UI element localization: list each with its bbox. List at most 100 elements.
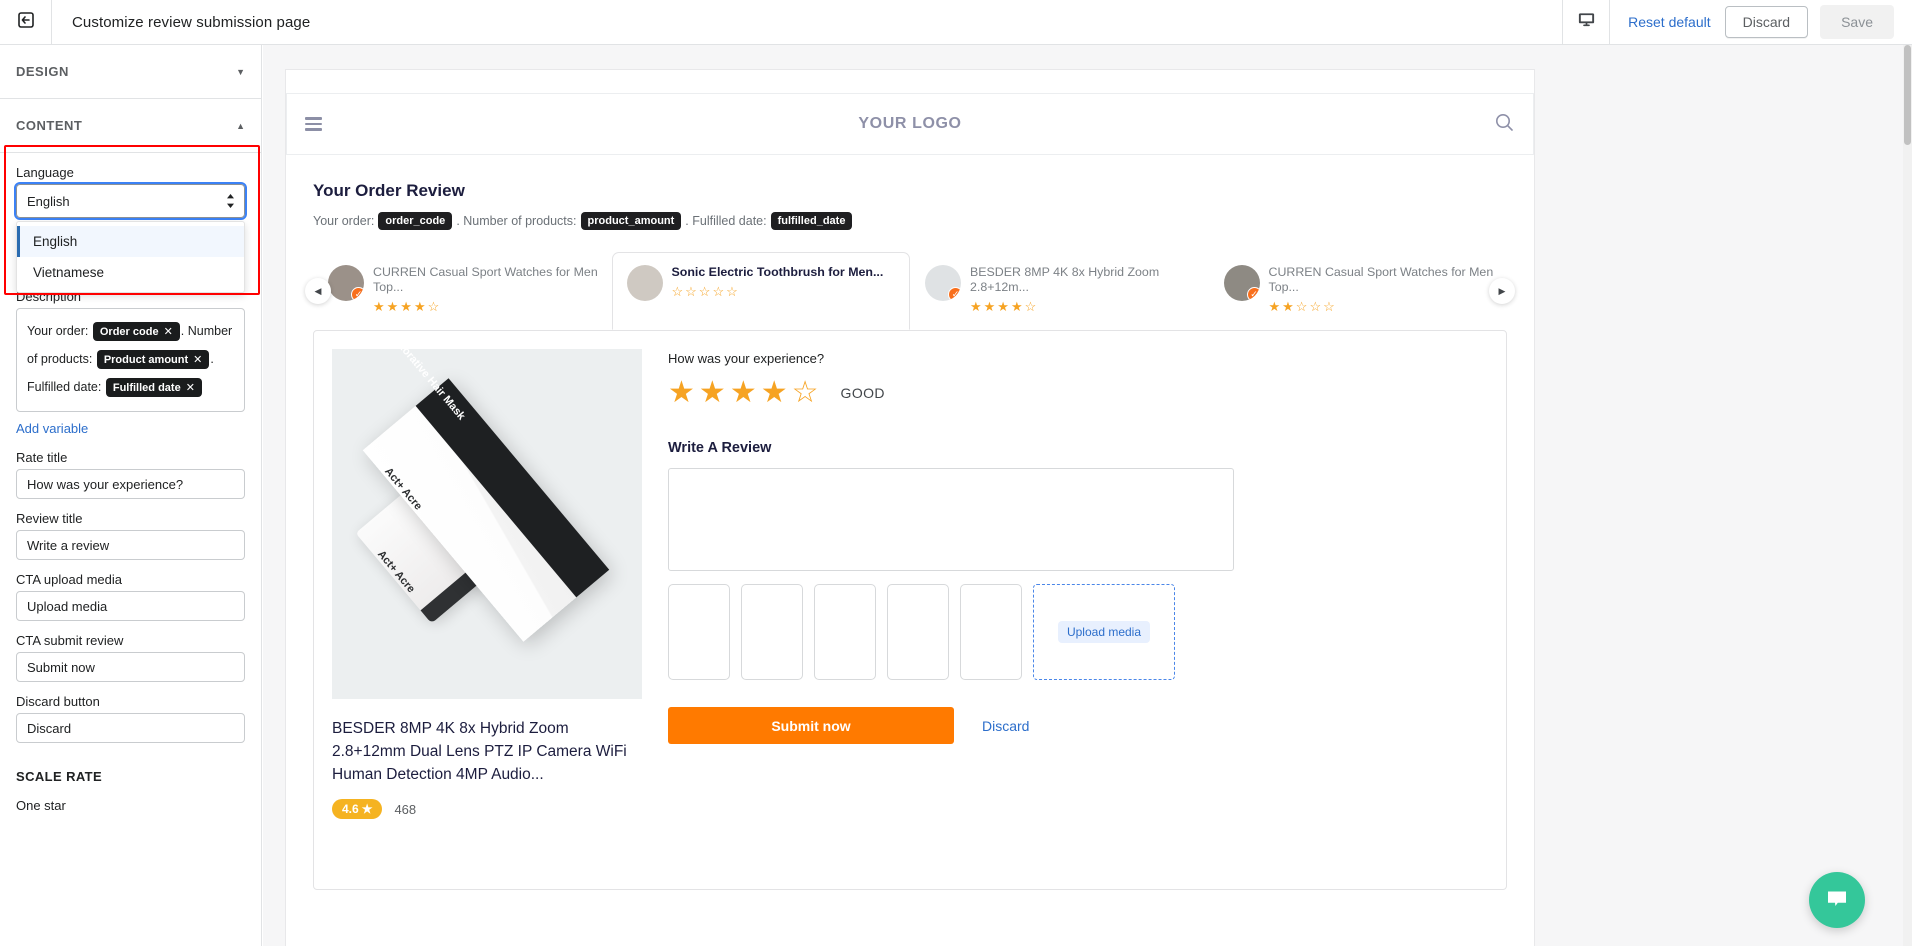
media-tile[interactable] bbox=[741, 584, 803, 680]
chevron-up-icon: ▲ bbox=[236, 120, 245, 131]
media-tile[interactable] bbox=[887, 584, 949, 680]
search-icon[interactable] bbox=[1493, 111, 1515, 138]
carousel-item-stars: ★★☆☆☆ bbox=[1268, 299, 1337, 314]
language-option-vietnamese[interactable]: Vietnamese bbox=[17, 257, 244, 288]
discard-review-link[interactable]: Discard bbox=[982, 718, 1029, 734]
carousel-item[interactable]: Sonic Electric Toothbrush for Men... ☆☆☆☆… bbox=[611, 252, 910, 330]
media-tile[interactable] bbox=[668, 584, 730, 680]
media-tile[interactable] bbox=[814, 584, 876, 680]
rating-stars[interactable]: ★ ★ ★ ★ ☆ GOOD bbox=[668, 375, 1488, 410]
product-thumbnail: ✓ bbox=[1223, 265, 1260, 301]
review-title-input[interactable] bbox=[16, 530, 245, 560]
upload-media-dropzone[interactable]: Upload media bbox=[1033, 584, 1175, 680]
carousel-item[interactable]: ✓ CURREN Casual Sport Watches for Men Top… bbox=[313, 252, 612, 330]
shop-header: YOUR LOGO bbox=[286, 93, 1534, 155]
back-button[interactable] bbox=[0, 0, 52, 44]
remove-icon: ✕ bbox=[163, 326, 173, 338]
storefront-preview: YOUR LOGO Your Order Review Your order: … bbox=[285, 69, 1535, 946]
top-toolbar: Customize review submission page Reset d… bbox=[0, 0, 1912, 45]
product-amount-tag: product_amount bbox=[580, 212, 682, 230]
discard-button-input[interactable] bbox=[16, 713, 245, 743]
toolbar-actions: Reset default Discard Save bbox=[1562, 0, 1912, 45]
product-rating-row: 4.6 ★ 468 bbox=[332, 799, 642, 819]
exit-left-icon bbox=[16, 10, 36, 35]
carousel-item[interactable]: ✓ BESDER 8MP 4K 8x Hybrid Zoom 2.8+12m...… bbox=[910, 252, 1209, 330]
desktop-icon bbox=[1577, 10, 1596, 34]
chat-bubble-icon bbox=[1824, 885, 1850, 916]
scrollbar-thumb[interactable] bbox=[1904, 45, 1911, 145]
rating-label: GOOD bbox=[840, 384, 885, 401]
carousel-prev-button[interactable]: ◀ bbox=[305, 278, 331, 304]
product-carousel: ◀ ✓ CURREN Casual Sport Watches for Men T… bbox=[305, 252, 1515, 330]
discard-button-label: Discard button bbox=[16, 694, 100, 709]
language-select-wrap: English English Vietnamese bbox=[14, 182, 247, 293]
rating-star[interactable]: ★ bbox=[730, 375, 761, 410]
desktop-preview-button[interactable] bbox=[1562, 0, 1611, 45]
submit-now-button[interactable]: Submit now bbox=[668, 707, 954, 744]
upload-media-label: Upload media bbox=[1057, 621, 1151, 643]
section-design[interactable]: DESIGN ▼ bbox=[0, 45, 261, 99]
product-column: Act+ Acre Act+ Acre Restorative Hair Mas… bbox=[332, 349, 642, 871]
review-textarea[interactable] bbox=[668, 468, 1234, 571]
carousel-next-button[interactable]: ▶ bbox=[1489, 278, 1515, 304]
order-meta-text-3: . Fulfilled date: bbox=[685, 214, 767, 228]
rating-star[interactable]: ★ bbox=[761, 375, 792, 410]
language-option-english[interactable]: English bbox=[17, 226, 244, 257]
rate-title-input[interactable] bbox=[16, 469, 245, 499]
section-content[interactable]: CONTENT ▲ bbox=[0, 99, 261, 153]
variable-tag-order-code[interactable]: Order code ✕ bbox=[92, 322, 180, 341]
write-review-title: Write A Review bbox=[668, 440, 772, 456]
reset-default-button[interactable]: Reset default bbox=[1628, 14, 1711, 30]
content-panel: Language English English Vietnamese Page… bbox=[0, 153, 261, 813]
save-button[interactable]: Save bbox=[1820, 5, 1894, 39]
settings-sidebar: DESIGN ▼ CONTENT ▲ Language English Engl… bbox=[0, 45, 262, 946]
product-thumbnail: ✓ bbox=[328, 265, 364, 301]
carousel-item-name: Sonic Electric Toothbrush for Men... bbox=[671, 265, 884, 279]
page-scrollbar[interactable] bbox=[1903, 45, 1912, 946]
chat-widget-button[interactable] bbox=[1809, 872, 1865, 928]
carousel-item[interactable]: ✓ CURREN Casual Sport Watches for Men Top… bbox=[1209, 252, 1508, 330]
order-meta: Your order: order_code . Number of produ… bbox=[313, 212, 1534, 230]
product-tube-label: Act+ Acre bbox=[374, 548, 418, 596]
review-title-label: Review title bbox=[16, 511, 83, 526]
carousel-item-stars: ★★★★☆ bbox=[373, 299, 442, 314]
star-icon: ★ bbox=[361, 802, 373, 816]
review-form: How was your experience? ★ ★ ★ ★ ☆ GOOD Writ… bbox=[668, 349, 1488, 871]
cta-submit-review-input[interactable] bbox=[16, 652, 245, 682]
description-editor[interactable]: Your order: Order code ✕. Number of produ… bbox=[16, 308, 245, 412]
verified-check-icon: ✓ bbox=[948, 287, 961, 301]
carousel-track: ✓ CURREN Casual Sport Watches for Men Top… bbox=[313, 252, 1507, 330]
rate-title-label: Rate title bbox=[16, 450, 68, 465]
product-thumbnail: ✓ bbox=[925, 265, 961, 301]
shop-logo: YOUR LOGO bbox=[858, 115, 962, 132]
product-name: BESDER 8MP 4K 8x Hybrid Zoom 2.8+12mm Du… bbox=[332, 720, 627, 783]
rating-star[interactable]: ☆ bbox=[792, 375, 823, 410]
order-code-tag: order_code bbox=[378, 212, 453, 230]
one-star-label: One star bbox=[16, 798, 66, 813]
cta-upload-media-label: CTA upload media bbox=[16, 572, 122, 587]
media-tile[interactable] bbox=[960, 584, 1022, 680]
review-count: 468 bbox=[394, 801, 417, 817]
cta-submit-review-label: CTA submit review bbox=[16, 633, 124, 648]
media-tiles: Upload media bbox=[668, 584, 1488, 680]
scale-rate-heading: SCALE RATE bbox=[16, 769, 103, 784]
variable-tag-fulfilled-date[interactable]: Fulfilled date ✕ bbox=[105, 378, 202, 397]
carousel-item-name: CURREN Casual Sport Watches for Men Top.… bbox=[373, 265, 598, 294]
verified-check-icon: ✓ bbox=[1246, 287, 1260, 301]
rating-star[interactable]: ★ bbox=[699, 375, 730, 410]
language-select[interactable]: English bbox=[14, 182, 247, 220]
rating-badge: 4.6 ★ bbox=[332, 799, 383, 819]
verified-check-icon: ✓ bbox=[351, 287, 364, 301]
rating-star[interactable]: ★ bbox=[668, 375, 699, 410]
carousel-item-stars: ★★★★☆ bbox=[970, 299, 1039, 314]
discard-button[interactable]: Discard bbox=[1724, 6, 1809, 38]
product-thumbnail bbox=[626, 265, 663, 301]
add-variable-link[interactable]: Add variable bbox=[16, 421, 88, 436]
select-stepper-icon bbox=[226, 193, 235, 209]
variable-tag-product-amount[interactable]: Product amount ✕ bbox=[96, 350, 210, 369]
language-label: Language bbox=[16, 165, 74, 180]
cta-upload-media-input[interactable] bbox=[16, 591, 245, 621]
remove-icon: ✕ bbox=[193, 354, 203, 366]
rating-value: 4.6 bbox=[342, 802, 359, 816]
page-title: Customize review submission page bbox=[72, 13, 311, 31]
